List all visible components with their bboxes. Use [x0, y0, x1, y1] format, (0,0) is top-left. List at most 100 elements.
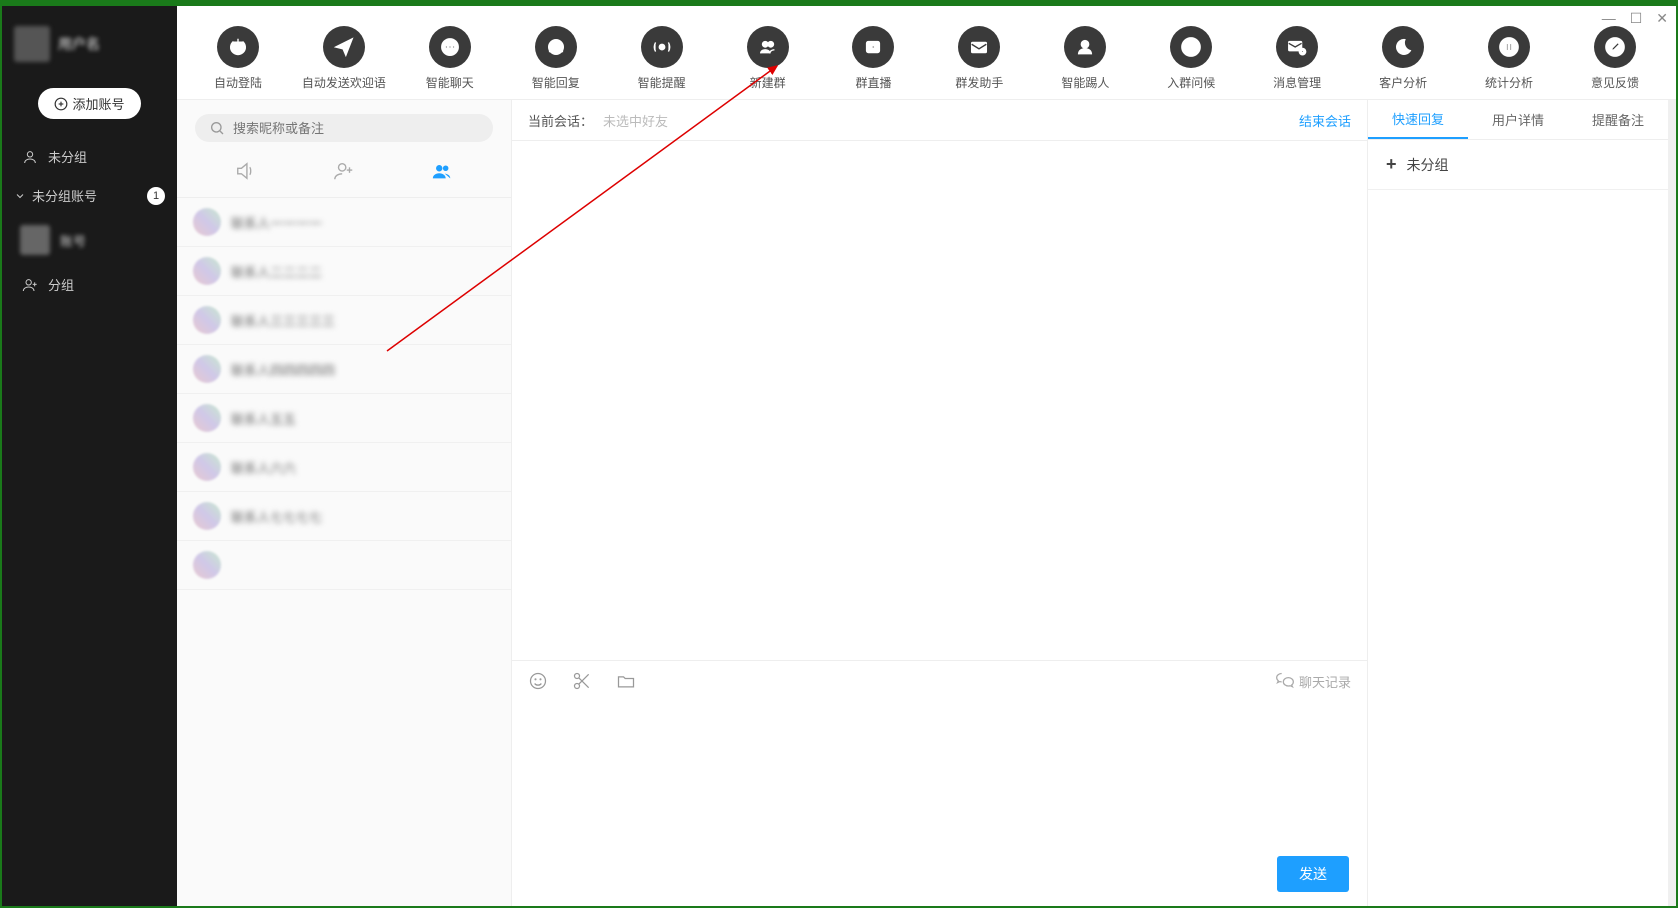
- contact-avatar: [193, 208, 221, 236]
- person-plus-icon: [22, 277, 38, 293]
- contact-tabs: [177, 152, 511, 197]
- chat-messages: [512, 140, 1367, 661]
- contact-tab-friends[interactable]: [311, 156, 377, 191]
- person-icon: [22, 149, 38, 165]
- account-row[interactable]: 账号: [2, 215, 177, 265]
- tool-smart-reply[interactable]: 智能回复: [503, 26, 609, 91]
- sidebar-item-group[interactable]: 分组: [2, 265, 177, 304]
- contact-name: 联系人六六: [231, 458, 296, 477]
- profile-name: 用户名: [58, 34, 100, 54]
- contact-name: 联系人三三三三三: [231, 311, 335, 330]
- maximize-button[interactable]: ☐: [1630, 10, 1643, 27]
- sidebar-collapse-ungrouped-accounts[interactable]: 未分组账号 1: [2, 176, 177, 215]
- hi-icon: HI: [1170, 26, 1212, 68]
- chat-header: 当前会话： 未选中好友 结束会话: [512, 100, 1367, 140]
- contact-avatar: [193, 355, 221, 383]
- scissors-icon[interactable]: [572, 671, 592, 691]
- plus-circle-icon: [54, 97, 68, 111]
- end-session-button[interactable]: 结束会话: [1299, 111, 1351, 130]
- tool-new-group[interactable]: 新建群: [715, 26, 821, 91]
- contact-row[interactable]: 联系人三三三三三: [177, 296, 511, 345]
- person-x-icon: [1064, 26, 1106, 68]
- account-name: 账号: [60, 231, 86, 250]
- content: 联系人一一一一联系人二二二二联系人三三三三三联系人四四四四四联系人五五联系人六六…: [177, 100, 1676, 906]
- contact-row[interactable]: 联系人二二二二: [177, 247, 511, 296]
- tool-smart-chat[interactable]: 智能聊天: [397, 26, 503, 91]
- contact-avatar: [193, 502, 221, 530]
- moon-icon: [1382, 26, 1424, 68]
- chat-textarea[interactable]: [512, 701, 1367, 856]
- tool-auto-login[interactable]: 自动登陆: [185, 26, 291, 91]
- chevron-down-icon: [14, 190, 26, 202]
- profile[interactable]: 用户名: [2, 18, 177, 70]
- contact-row[interactable]: 联系人七七七七: [177, 492, 511, 541]
- contact-avatar: [193, 306, 221, 334]
- tool-join-greet[interactable]: HI入群问候: [1138, 26, 1244, 91]
- send-button[interactable]: 发送: [1277, 856, 1349, 892]
- emoji-icon[interactable]: [528, 671, 548, 691]
- pause-icon: [1488, 26, 1530, 68]
- contact-avatar: [193, 551, 221, 579]
- left-sidebar: 用户名 添加账号 未分组 未分组账号 1 账号 分组: [2, 6, 177, 906]
- tool-feedback[interactable]: 意见反馈: [1562, 26, 1668, 91]
- contact-name: 联系人一一一一: [231, 213, 322, 232]
- detail-tab-userinfo[interactable]: 用户详情: [1468, 100, 1568, 139]
- contact-row[interactable]: 联系人六六: [177, 443, 511, 492]
- search-box[interactable]: [195, 114, 493, 142]
- right-area: 自动登陆自动发送欢迎语智能聊天智能回复智能提醒新建群群直播群发助手智能踢人HI入…: [177, 6, 1676, 906]
- chat-icon: [429, 26, 471, 68]
- profile-avatar: [14, 26, 50, 62]
- contacts-panel: 联系人一一一一联系人二二二二联系人三三三三三联系人四四四四四联系人五五联系人六六…: [177, 100, 512, 906]
- contact-avatar: [193, 257, 221, 285]
- sidebar-badge: 1: [147, 187, 165, 205]
- search-icon: [209, 120, 225, 136]
- minimize-button[interactable]: —: [1602, 10, 1616, 27]
- tool-group-live[interactable]: 群直播: [821, 26, 927, 91]
- contact-row[interactable]: 联系人五五: [177, 394, 511, 443]
- contact-avatar: [193, 404, 221, 432]
- chat-panel: 当前会话： 未选中好友 结束会话: [512, 100, 1368, 906]
- tool-customer[interactable]: 客户分析: [1350, 26, 1456, 91]
- contact-row[interactable]: 联系人四四四四四: [177, 345, 511, 394]
- detail-body: + 未分组: [1368, 140, 1668, 906]
- contact-tab-broadcast[interactable]: [213, 156, 279, 191]
- live-icon: [852, 26, 894, 68]
- account-avatar: [20, 225, 50, 255]
- tool-smart-kick[interactable]: 智能踢人: [1032, 26, 1138, 91]
- tool-stats[interactable]: 统计分析: [1456, 26, 1562, 91]
- sidebar-item-ungrouped[interactable]: 未分组: [2, 137, 177, 176]
- detail-tab-quickreply[interactable]: 快速回复: [1368, 100, 1468, 139]
- headset-icon: [535, 26, 577, 68]
- tool-mass-send[interactable]: 群发助手: [926, 26, 1032, 91]
- detail-panel: 快速回复 用户详情 提醒备注 + 未分组: [1368, 100, 1668, 906]
- broadcast-icon: [641, 26, 683, 68]
- chat-input-area: 聊天记录 发送: [512, 661, 1367, 906]
- chat-log-link[interactable]: 聊天记录: [1275, 671, 1351, 691]
- svg-text:HI: HI: [1187, 43, 1196, 53]
- chat-input-toolbar: 聊天记录: [512, 661, 1367, 701]
- scrollbar[interactable]: [1668, 100, 1676, 906]
- chat-header-label: 当前会话：: [528, 111, 593, 130]
- detail-group-ungrouped[interactable]: + 未分组: [1368, 140, 1668, 190]
- person-add-icon: [331, 160, 357, 182]
- add-account-button[interactable]: 添加账号: [38, 88, 140, 119]
- tool-auto-welcome[interactable]: 自动发送欢迎语: [291, 26, 397, 91]
- close-button[interactable]: ✕: [1656, 10, 1668, 27]
- detail-tab-reminder[interactable]: 提醒备注: [1568, 100, 1668, 139]
- contact-name: 联系人二二二二: [231, 262, 322, 281]
- contact-name: 联系人七七七七: [231, 507, 322, 526]
- tool-msg-manage[interactable]: 消息管理: [1244, 26, 1350, 91]
- speaker-icon: [233, 160, 259, 182]
- contact-tab-groups[interactable]: [409, 156, 475, 191]
- group-icon: [429, 160, 455, 182]
- wechat-icon: [1275, 671, 1295, 691]
- contact-row[interactable]: 联系人一一一一: [177, 198, 511, 247]
- folder-icon[interactable]: [616, 671, 636, 691]
- plus-icon: +: [1386, 154, 1397, 175]
- send-icon: [323, 26, 365, 68]
- search-input[interactable]: [233, 121, 479, 136]
- power-icon: [217, 26, 259, 68]
- contact-avatar: [193, 453, 221, 481]
- tool-smart-remind[interactable]: 智能提醒: [609, 26, 715, 91]
- contact-row[interactable]: [177, 541, 511, 590]
